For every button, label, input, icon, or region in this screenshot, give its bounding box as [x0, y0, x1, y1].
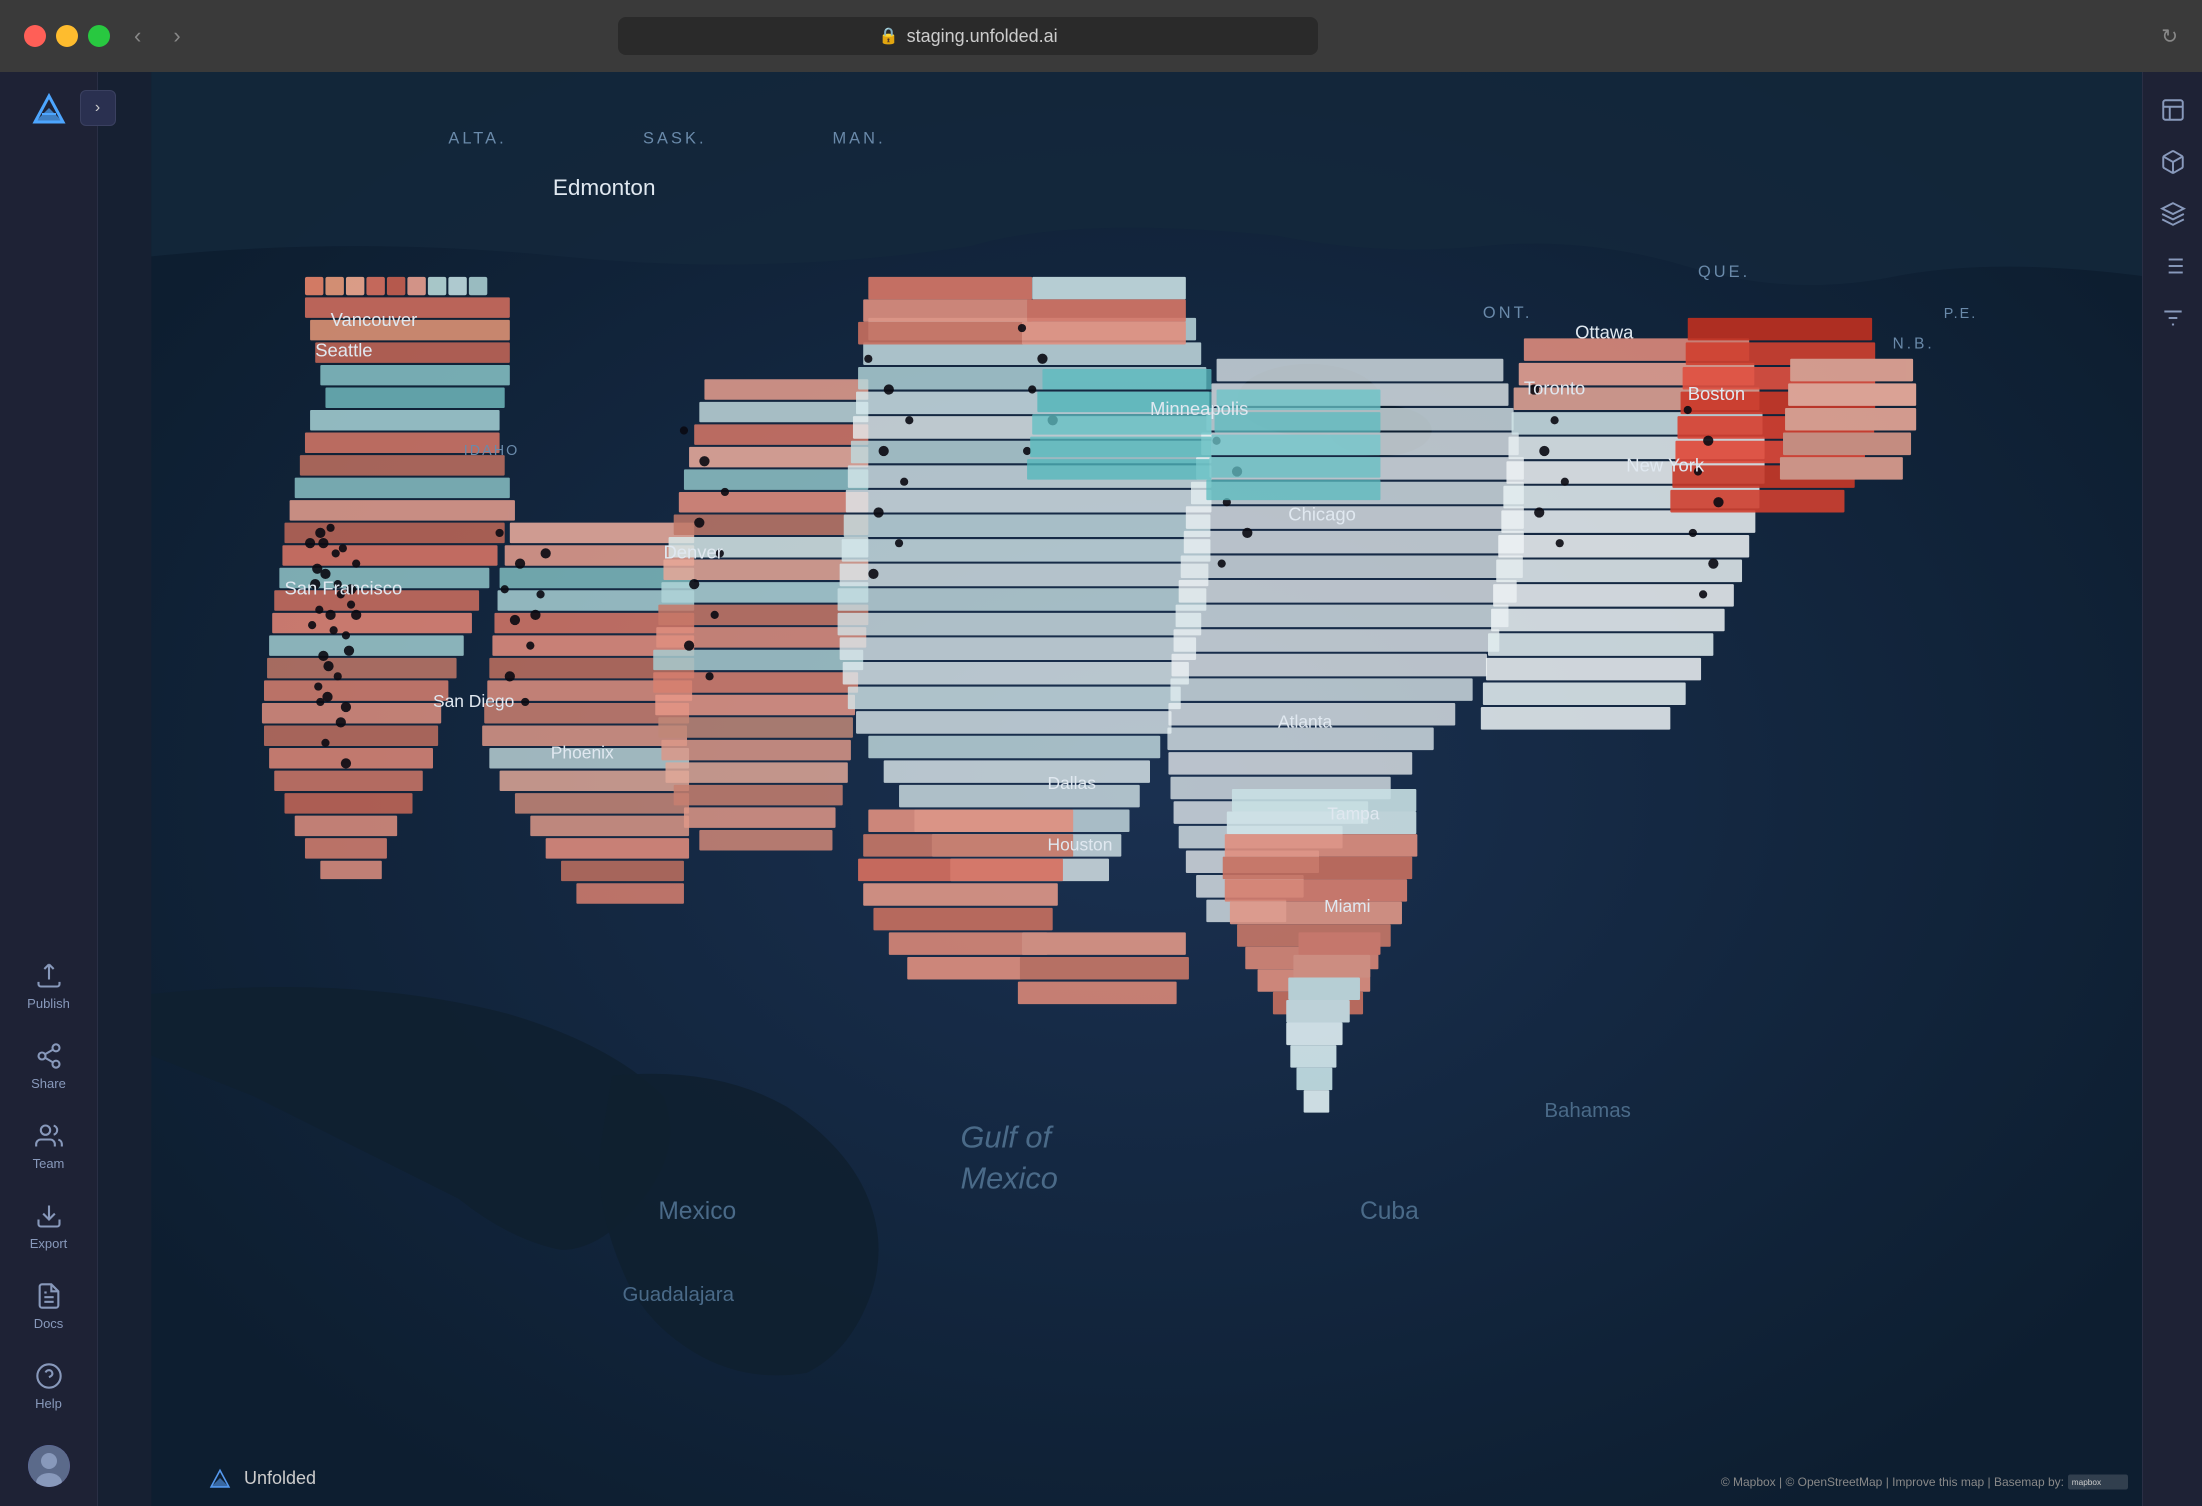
svg-text:P.E.: P.E. — [1944, 306, 1977, 322]
svg-text:Miami: Miami — [1324, 896, 1370, 916]
brand-name: Unfolded — [244, 1468, 316, 1489]
help-label: Help — [35, 1396, 62, 1411]
unfolded-brand: Unfolded — [206, 1464, 316, 1492]
traffic-lights — [24, 25, 110, 47]
unfolded-logo-icon — [27, 86, 71, 130]
sidebar-item-publish[interactable]: Publish — [0, 946, 98, 1026]
svg-text:Seattle: Seattle — [315, 340, 372, 361]
browser-chrome: ‹ › 🔒 staging.unfolded.ai ↻ — [0, 0, 2202, 72]
svg-text:Atlanta: Atlanta — [1278, 712, 1333, 732]
forward-button[interactable]: › — [165, 19, 188, 53]
export-icon — [35, 1202, 63, 1230]
maximize-button[interactable] — [88, 25, 110, 47]
share-icon — [35, 1042, 63, 1070]
svg-text:Denver: Denver — [663, 542, 722, 563]
back-button[interactable]: ‹ — [126, 19, 149, 53]
svg-text:Cuba: Cuba — [1360, 1198, 1419, 1225]
publish-icon — [35, 962, 63, 990]
svg-text:San Diego: San Diego — [433, 691, 514, 711]
sidebar-item-docs[interactable]: Docs — [0, 1266, 98, 1346]
share-label: Share — [31, 1076, 66, 1091]
svg-text:N.B.: N.B. — [1893, 336, 1935, 353]
svg-text:Houston: Houston — [1048, 834, 1113, 854]
toolbar-layout-button[interactable] — [2151, 88, 2195, 132]
svg-text:New York: New York — [1626, 454, 1705, 475]
cube-icon — [2160, 149, 2186, 175]
svg-text:IDAHO: IDAHO — [464, 443, 520, 459]
map-visualization: Edmonton Vancouver Seattle San Francisco… — [98, 72, 2202, 1506]
lock-icon: 🔒 — [879, 26, 899, 46]
avatar-image — [28, 1445, 70, 1487]
user-avatar[interactable] — [0, 1426, 98, 1506]
mapbox-logo: mapbox — [2068, 1472, 2128, 1492]
toolbar-layers-button[interactable] — [2151, 192, 2195, 236]
toolbar-3d-button[interactable] — [2151, 140, 2195, 184]
svg-text:Dallas: Dallas — [1048, 773, 1097, 793]
sidebar: › Publish Share — [0, 72, 98, 1506]
docs-label: Docs — [34, 1316, 64, 1331]
team-icon — [35, 1122, 63, 1150]
svg-text:San Francisco: San Francisco — [284, 577, 402, 598]
svg-text:Phoenix: Phoenix — [551, 742, 614, 762]
svg-text:Chicago: Chicago — [1288, 504, 1356, 525]
map-attribution: © Mapbox | © OpenStreetMap | Improve thi… — [1721, 1472, 2128, 1492]
svg-text:ONT.: ONT. — [1483, 304, 1533, 322]
layout-icon — [2160, 97, 2186, 123]
publish-label: Publish — [27, 996, 70, 1011]
sidebar-toggle[interactable]: › — [80, 90, 116, 126]
sidebar-item-help[interactable]: Help — [0, 1346, 98, 1426]
docs-icon — [35, 1282, 63, 1310]
sidebar-item-team[interactable]: Team — [0, 1106, 98, 1186]
svg-text:Vancouver: Vancouver — [331, 309, 418, 330]
right-toolbar — [2142, 72, 2202, 1506]
svg-text:QUE.: QUE. — [1698, 263, 1750, 281]
minimize-button[interactable] — [56, 25, 78, 47]
layers-icon — [2160, 201, 2186, 227]
svg-text:Mexico: Mexico — [658, 1198, 736, 1225]
svg-text:Boston: Boston — [1688, 383, 1745, 404]
sidebar-item-share[interactable]: Share — [0, 1026, 98, 1106]
toolbar-filter-button[interactable] — [2151, 296, 2195, 340]
svg-text:MAN.: MAN. — [832, 130, 885, 148]
svg-text:Bahamas: Bahamas — [1544, 1099, 1630, 1122]
app-container: › Publish Share — [0, 72, 2202, 1506]
url-text: staging.unfolded.ai — [907, 26, 1058, 47]
close-button[interactable] — [24, 25, 46, 47]
team-label: Team — [33, 1156, 65, 1171]
svg-text:Minneapolis: Minneapolis — [1150, 398, 1248, 419]
svg-text:ALTA.: ALTA. — [448, 130, 506, 148]
filter-icon — [2160, 305, 2186, 331]
svg-text:Ottawa: Ottawa — [1575, 321, 1634, 342]
sidebar-logo[interactable]: › — [0, 72, 98, 144]
reload-button[interactable]: ↻ — [2161, 24, 2178, 49]
sidebar-item-export[interactable]: Export — [0, 1186, 98, 1266]
svg-text:Toronto: Toronto — [1524, 378, 1585, 399]
toolbar-legend-button[interactable] — [2151, 244, 2195, 288]
export-label: Export — [30, 1236, 68, 1251]
list-icon — [2160, 253, 2186, 279]
map-area[interactable]: Edmonton Vancouver Seattle San Francisco… — [98, 72, 2202, 1506]
svg-text:SASK.: SASK. — [643, 130, 707, 148]
svg-text:Gulf of: Gulf of — [961, 1120, 1055, 1155]
attribution-text: © Mapbox | © OpenStreetMap | Improve thi… — [1721, 1475, 2064, 1489]
help-icon — [35, 1362, 63, 1390]
svg-text:mapbox: mapbox — [2072, 1478, 2102, 1487]
unfolded-brand-icon — [206, 1464, 234, 1492]
address-bar[interactable]: 🔒 staging.unfolded.ai — [618, 17, 1318, 55]
svg-text:Mexico: Mexico — [961, 1160, 1058, 1195]
svg-text:Guadalajara: Guadalajara — [622, 1283, 734, 1306]
svg-text:Edmonton: Edmonton — [553, 175, 656, 200]
svg-text:Tampa: Tampa — [1327, 804, 1380, 824]
